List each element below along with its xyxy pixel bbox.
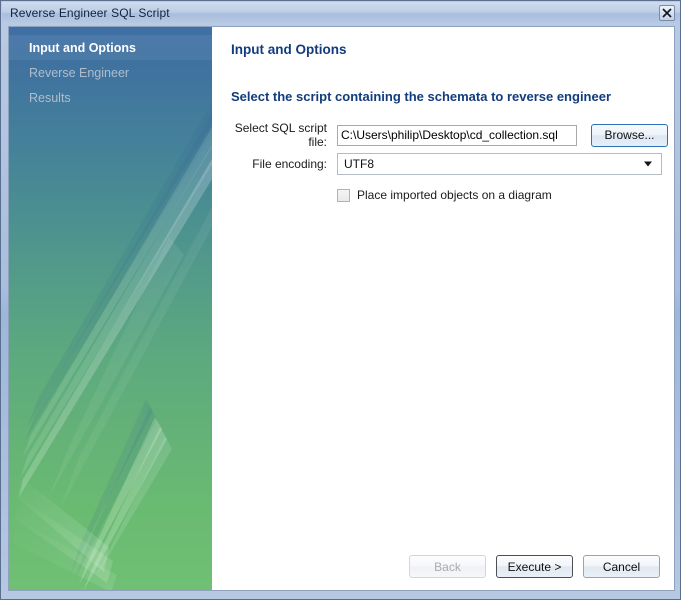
file-encoding-row: File encoding: UTF8	[212, 153, 662, 175]
execute-button[interactable]: Execute >	[496, 555, 573, 578]
dialog-window: Reverse Engineer SQL Script	[0, 0, 681, 600]
place-on-diagram-checkbox[interactable]	[337, 189, 350, 202]
sidebar-decoration	[9, 27, 212, 590]
place-on-diagram-label: Place imported objects on a diagram	[357, 188, 552, 202]
script-file-row: Select SQL script file: Browse...	[212, 121, 668, 149]
place-on-diagram-row: Place imported objects on a diagram	[212, 188, 552, 202]
dialog-footer: Back Execute > Cancel	[409, 555, 660, 578]
window-title: Reverse Engineer SQL Script	[10, 6, 659, 20]
close-icon[interactable]	[659, 5, 675, 21]
file-encoding-label: File encoding:	[229, 157, 337, 171]
script-file-label: Select SQL script file:	[229, 121, 337, 149]
browse-button[interactable]: Browse...	[591, 124, 668, 147]
page-title: Input and Options	[231, 42, 346, 57]
file-encoding-select[interactable]: UTF8	[337, 153, 662, 175]
wizard-steps: Input and Options Reverse Engineer Resul…	[9, 27, 212, 110]
sidebar-item-results[interactable]: Results	[9, 85, 212, 110]
sidebar-item-label: Reverse Engineer	[29, 66, 129, 80]
cancel-button[interactable]: Cancel	[583, 555, 660, 578]
file-encoding-value: UTF8	[338, 157, 374, 171]
script-file-input[interactable]	[337, 125, 577, 146]
content-pane: Input and Options Select the script cont…	[212, 27, 674, 590]
dialog-client-area: Input and Options Reverse Engineer Resul…	[8, 26, 675, 591]
sidebar-item-reverse-engineer[interactable]: Reverse Engineer	[9, 60, 212, 85]
sidebar-item-label: Results	[29, 91, 71, 105]
title-bar: Reverse Engineer SQL Script	[2, 2, 681, 24]
sidebar-item-input-and-options[interactable]: Input and Options	[9, 35, 212, 60]
sidebar-item-label: Input and Options	[29, 41, 136, 55]
chevron-down-icon	[644, 162, 652, 167]
wizard-sidebar: Input and Options Reverse Engineer Resul…	[9, 27, 212, 590]
back-button[interactable]: Back	[409, 555, 486, 578]
section-heading: Select the script containing the schemat…	[231, 89, 611, 104]
